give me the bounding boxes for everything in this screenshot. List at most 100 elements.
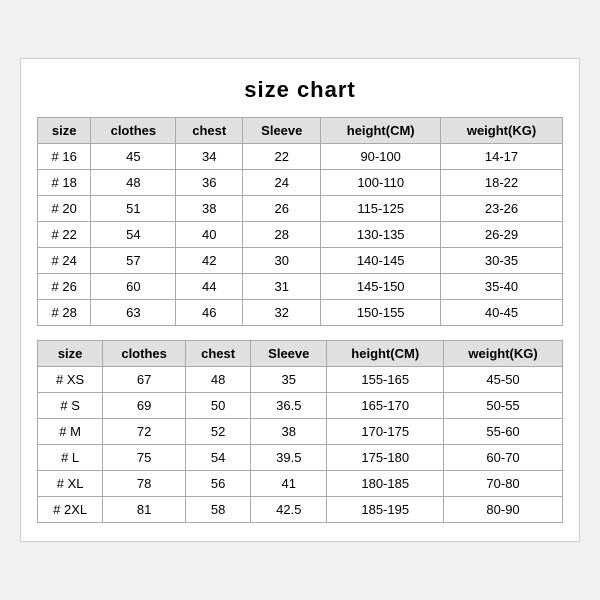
table-cell: 36: [176, 170, 243, 196]
table-cell: 44: [176, 274, 243, 300]
table-cell: # 24: [38, 248, 91, 274]
table-cell: 45: [91, 144, 176, 170]
table-cell: 72: [103, 419, 186, 445]
table-cell: 55-60: [444, 419, 563, 445]
table2-header-cell: chest: [185, 341, 250, 367]
table-cell: 28: [243, 222, 321, 248]
table-row: # 26604431145-15035-40: [38, 274, 563, 300]
table-cell: 52: [185, 419, 250, 445]
table-cell: 180-185: [327, 471, 444, 497]
table-cell: 36.5: [251, 393, 327, 419]
table1-header-cell: chest: [176, 118, 243, 144]
table-cell: 78: [103, 471, 186, 497]
table-row: # 24574230140-14530-35: [38, 248, 563, 274]
table2-header-cell: height(CM): [327, 341, 444, 367]
size-table-1: sizeclotheschestSleeveheight(CM)weight(K…: [37, 117, 563, 326]
table1-header: sizeclotheschestSleeveheight(CM)weight(K…: [38, 118, 563, 144]
table-cell: 170-175: [327, 419, 444, 445]
table-row: # 22544028130-13526-29: [38, 222, 563, 248]
table-cell: 58: [185, 497, 250, 523]
table1-header-row: sizeclotheschestSleeveheight(CM)weight(K…: [38, 118, 563, 144]
table2-header-cell: clothes: [103, 341, 186, 367]
table1-header-cell: clothes: [91, 118, 176, 144]
table-cell: 155-165: [327, 367, 444, 393]
table-cell: 51: [91, 196, 176, 222]
table-cell: 80-90: [444, 497, 563, 523]
table-cell: 165-170: [327, 393, 444, 419]
table-cell: 140-145: [321, 248, 441, 274]
table-row: # 2XL815842.5185-19580-90: [38, 497, 563, 523]
table-cell: 42.5: [251, 497, 327, 523]
table-cell: 14-17: [441, 144, 563, 170]
table-row: # 20513826115-12523-26: [38, 196, 563, 222]
table-cell: 41: [251, 471, 327, 497]
table-cell: # L: [38, 445, 103, 471]
table-row: # XL785641180-18570-80: [38, 471, 563, 497]
table-cell: 185-195: [327, 497, 444, 523]
table-row: # M725238170-17555-60: [38, 419, 563, 445]
size-chart-card: size chart sizeclotheschestSleeveheight(…: [20, 58, 580, 542]
table-cell: # 20: [38, 196, 91, 222]
table-cell: 90-100: [321, 144, 441, 170]
table-cell: 30: [243, 248, 321, 274]
table1-header-cell: Sleeve: [243, 118, 321, 144]
table-cell: 70-80: [444, 471, 563, 497]
table-cell: 31: [243, 274, 321, 300]
table-cell: # XL: [38, 471, 103, 497]
table-cell: 18-22: [441, 170, 563, 196]
table-cell: # 22: [38, 222, 91, 248]
table-cell: 63: [91, 300, 176, 326]
table-cell: 48: [185, 367, 250, 393]
table-cell: # 28: [38, 300, 91, 326]
table-cell: 24: [243, 170, 321, 196]
table-cell: # 2XL: [38, 497, 103, 523]
table-cell: 26: [243, 196, 321, 222]
table-cell: 42: [176, 248, 243, 274]
table-cell: 45-50: [444, 367, 563, 393]
table-cell: 54: [185, 445, 250, 471]
table1-header-cell: size: [38, 118, 91, 144]
table1-header-cell: height(CM): [321, 118, 441, 144]
table-cell: # 16: [38, 144, 91, 170]
table-row: # 1645342290-10014-17: [38, 144, 563, 170]
table-cell: 115-125: [321, 196, 441, 222]
table-cell: # 18: [38, 170, 91, 196]
table-cell: 145-150: [321, 274, 441, 300]
table1-body: # 1645342290-10014-17# 18483624100-11018…: [38, 144, 563, 326]
table-cell: 81: [103, 497, 186, 523]
table-row: # S695036.5165-17050-55: [38, 393, 563, 419]
table-cell: 40: [176, 222, 243, 248]
table-cell: 34: [176, 144, 243, 170]
table-cell: 35-40: [441, 274, 563, 300]
table-cell: 23-26: [441, 196, 563, 222]
table-cell: 175-180: [327, 445, 444, 471]
table-cell: # S: [38, 393, 103, 419]
table-cell: 60: [91, 274, 176, 300]
table2-body: # XS674835155-16545-50# S695036.5165-170…: [38, 367, 563, 523]
table-cell: 67: [103, 367, 186, 393]
chart-title: size chart: [37, 77, 563, 103]
table-cell: 57: [91, 248, 176, 274]
table-cell: 38: [251, 419, 327, 445]
table-cell: 38: [176, 196, 243, 222]
table-cell: 75: [103, 445, 186, 471]
table-cell: 54: [91, 222, 176, 248]
table-cell: 60-70: [444, 445, 563, 471]
table-cell: # 26: [38, 274, 91, 300]
table-cell: 50-55: [444, 393, 563, 419]
table-cell: 130-135: [321, 222, 441, 248]
table2-header-cell: weight(KG): [444, 341, 563, 367]
table-cell: 50: [185, 393, 250, 419]
size-table-2: sizeclotheschestSleeveheight(CM)weight(K…: [37, 340, 563, 523]
table-cell: 32: [243, 300, 321, 326]
table-cell: # XS: [38, 367, 103, 393]
table-cell: 39.5: [251, 445, 327, 471]
table-cell: 26-29: [441, 222, 563, 248]
table-cell: 46: [176, 300, 243, 326]
table2-header-cell: Sleeve: [251, 341, 327, 367]
table-cell: 48: [91, 170, 176, 196]
table-cell: 22: [243, 144, 321, 170]
table-cell: 100-110: [321, 170, 441, 196]
table-row: # 18483624100-11018-22: [38, 170, 563, 196]
table2-header-row: sizeclotheschestSleeveheight(CM)weight(K…: [38, 341, 563, 367]
